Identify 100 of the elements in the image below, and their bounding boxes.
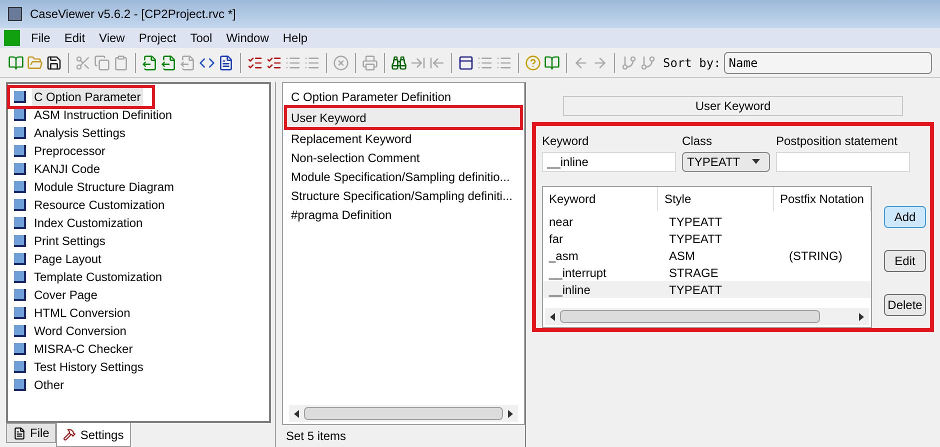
table-row[interactable]: near TYPEATT bbox=[543, 213, 871, 230]
tree-item[interactable]: KANJI Code bbox=[14, 160, 263, 178]
tree-item[interactable]: Analysis Settings bbox=[14, 124, 263, 142]
column-header[interactable]: Style bbox=[658, 187, 774, 211]
document-icon[interactable] bbox=[218, 54, 234, 70]
node-icon bbox=[14, 217, 26, 229]
checklist-icon[interactable] bbox=[266, 54, 282, 70]
tree-item[interactable]: Cover Page bbox=[14, 286, 263, 304]
node-icon bbox=[14, 91, 26, 103]
tree-item[interactable]: ASM Instruction Definition bbox=[14, 106, 263, 124]
node-icon bbox=[14, 145, 26, 157]
list-item[interactable]: User Keyword bbox=[287, 108, 520, 127]
tab[interactable]: File bbox=[6, 423, 56, 443]
list-item[interactable]: #pragma Definition bbox=[287, 205, 520, 224]
tree-item[interactable]: HTML Conversion bbox=[14, 304, 263, 322]
field-label: Keyword bbox=[542, 133, 590, 150]
book-icon[interactable] bbox=[544, 54, 560, 70]
binoculars-icon[interactable] bbox=[391, 54, 407, 70]
node-icon bbox=[14, 307, 26, 319]
menu-item[interactable]: Help bbox=[276, 29, 315, 47]
export-icon[interactable] bbox=[161, 54, 177, 70]
tree-item[interactable]: MISRA-C Checker bbox=[14, 340, 263, 358]
tree-item[interactable]: Index Customization bbox=[14, 214, 263, 232]
sort-dropdown[interactable]: Name bbox=[724, 52, 932, 74]
table-cell-text: (STRING) bbox=[788, 248, 844, 264]
tree-label: ASM Instruction Definition bbox=[33, 107, 174, 124]
tree-item[interactable]: Resource Customization bbox=[14, 196, 263, 214]
table-cell-text: TYPEATT bbox=[668, 214, 724, 230]
tree-item[interactable]: C Option Parameter bbox=[10, 88, 152, 106]
tree-label: Page Layout bbox=[33, 251, 102, 268]
list-item[interactable]: C Option Parameter Definition bbox=[287, 87, 520, 106]
tree-item[interactable]: Page Layout bbox=[14, 250, 263, 268]
table-cell-text: _asm bbox=[548, 248, 580, 264]
node-icon bbox=[14, 361, 26, 373]
tree-item[interactable]: Word Conversion bbox=[14, 322, 263, 340]
window-icon[interactable] bbox=[458, 54, 474, 70]
scrollbar[interactable] bbox=[545, 308, 869, 325]
tab[interactable]: Settings bbox=[56, 423, 131, 447]
tree-item[interactable]: Preprocessor bbox=[14, 142, 263, 160]
node-icon bbox=[14, 235, 26, 247]
help-icon[interactable] bbox=[525, 54, 541, 70]
tree-label: Template Customization bbox=[33, 269, 164, 286]
tree-label: Cover Page bbox=[33, 287, 98, 304]
tree-label: Index Customization bbox=[33, 215, 144, 232]
node-icon bbox=[14, 199, 26, 211]
input-field[interactable] bbox=[776, 152, 910, 172]
column-header[interactable]: Postfix Notation bbox=[774, 187, 871, 211]
tree-item[interactable]: Other bbox=[14, 376, 263, 394]
export-icon[interactable] bbox=[142, 54, 158, 70]
menu-item[interactable]: File bbox=[24, 29, 58, 47]
tree-label: Print Settings bbox=[33, 233, 106, 250]
list-item[interactable]: Structure Specification/Sampling definiti... bbox=[287, 186, 520, 205]
table-row[interactable]: __inline TYPEATT bbox=[543, 281, 871, 298]
tree-item[interactable]: Print Settings bbox=[14, 232, 263, 250]
tree-label: C Option Parameter bbox=[32, 88, 143, 106]
table-cell-text: TYPEATT bbox=[668, 282, 724, 298]
table-cell-text: STRAGE bbox=[668, 264, 720, 282]
sort-label: Sort by: bbox=[663, 54, 721, 72]
table-row[interactable]: far TYPEATT bbox=[543, 230, 871, 247]
arrow-right-icon bbox=[507, 408, 514, 418]
action-button[interactable]: Add bbox=[884, 206, 926, 228]
menu-item[interactable]: Window bbox=[219, 29, 276, 47]
table-cell-text: near bbox=[548, 214, 574, 230]
tree-label: Module Structure Diagram bbox=[33, 179, 176, 196]
field-label: Postposition statement bbox=[776, 133, 898, 150]
table-row[interactable]: _asm ASM (STRING) bbox=[543, 247, 871, 264]
node-icon bbox=[14, 271, 26, 283]
tree-label: MISRA-C Checker bbox=[33, 341, 134, 358]
action-button[interactable]: Delete bbox=[884, 294, 926, 316]
menu-item[interactable]: Tool bbox=[183, 29, 220, 47]
arrow-left-icon bbox=[293, 408, 300, 418]
tree-label: KANJI Code bbox=[33, 161, 102, 178]
list-item[interactable]: Module Specification/Sampling definitio... bbox=[287, 167, 520, 186]
column-header[interactable]: Keyword bbox=[543, 187, 658, 211]
panel-title: User Keyword bbox=[563, 96, 903, 116]
book-icon[interactable] bbox=[8, 54, 24, 70]
hammer-icon bbox=[63, 428, 76, 441]
table-cell-text: __inline bbox=[548, 282, 592, 298]
tree-item[interactable]: Template Customization bbox=[14, 268, 263, 286]
arrow-right-icon bbox=[858, 312, 865, 322]
node-icon bbox=[14, 289, 26, 301]
tree-item[interactable]: Test History Settings bbox=[14, 358, 263, 376]
node-icon bbox=[14, 181, 26, 193]
action-button[interactable]: Edit bbox=[884, 250, 926, 272]
list-item[interactable]: Non-selection Comment bbox=[287, 148, 520, 167]
input-field[interactable]: __inline bbox=[542, 152, 676, 172]
class-dropdown[interactable]: TYPEATT bbox=[682, 152, 770, 172]
arrow-left-icon bbox=[549, 312, 556, 322]
window-title: CaseViewer v5.6.2 - [CP2Project.rvc *] bbox=[30, 6, 236, 23]
menu-item[interactable]: Project bbox=[132, 29, 184, 47]
document-icon bbox=[13, 426, 26, 440]
menu-item[interactable]: View bbox=[92, 29, 132, 47]
tree-item[interactable]: Module Structure Diagram bbox=[14, 178, 263, 196]
scrollbar[interactable] bbox=[289, 405, 518, 422]
save-icon[interactable] bbox=[46, 54, 62, 70]
table-row[interactable]: __interrupt STRAGE bbox=[543, 264, 871, 281]
tree-label: Preprocessor bbox=[33, 143, 106, 160]
list-item[interactable]: Replacement Keyword bbox=[287, 129, 520, 148]
checklist-icon[interactable] bbox=[247, 54, 263, 70]
menu-item[interactable]: Edit bbox=[57, 29, 92, 47]
